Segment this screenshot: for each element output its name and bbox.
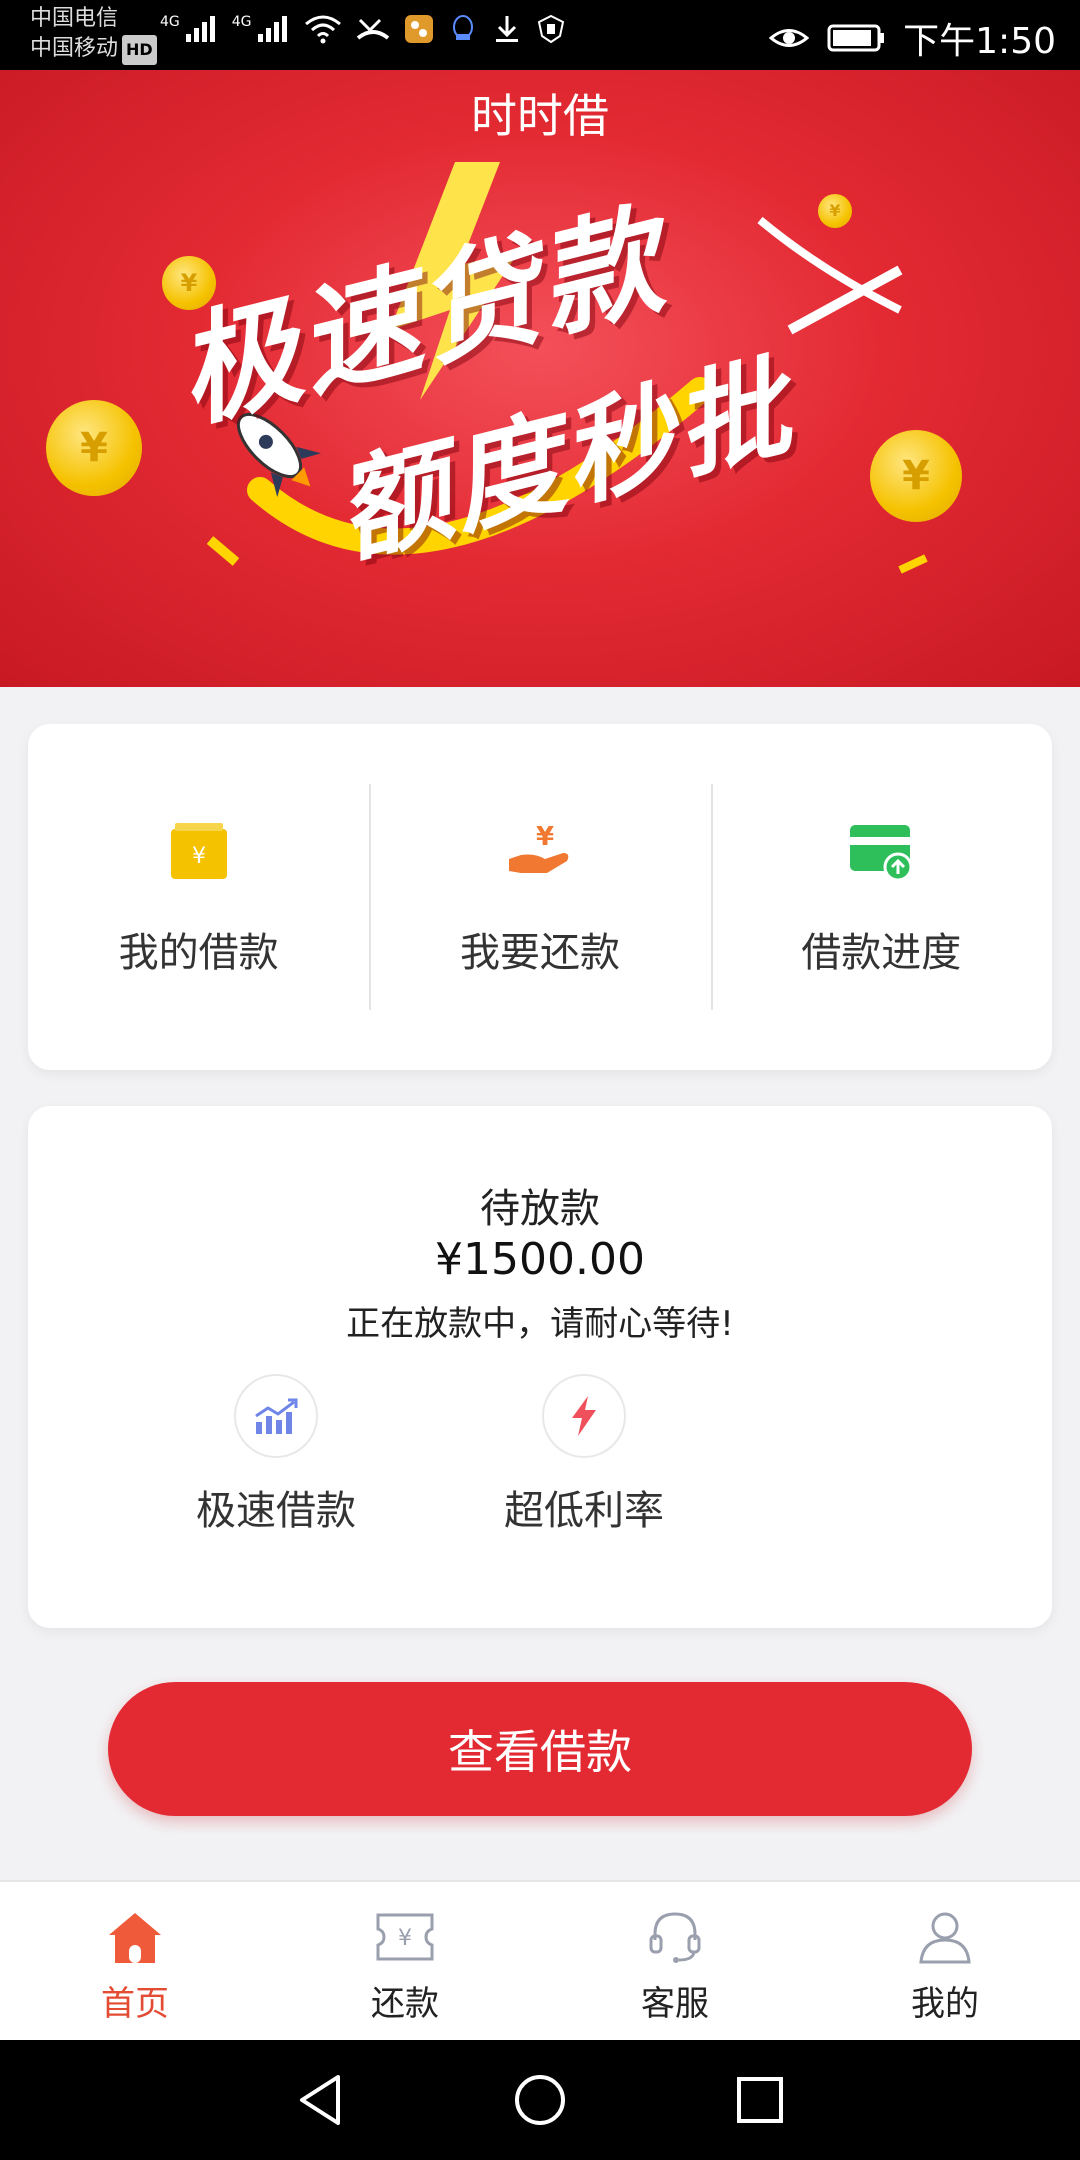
tab-service-label: 客服	[641, 1984, 709, 2024]
card-progress-icon	[846, 816, 916, 886]
repay-label: 我要还款	[459, 930, 620, 976]
tab-repay-label: 还款	[371, 1984, 439, 2024]
network-type-1: 4G	[160, 14, 180, 30]
recents-square-icon	[737, 2077, 783, 2123]
tab-mine[interactable]: 我的	[810, 1882, 1080, 2040]
network-type-2: 4G	[231, 14, 252, 30]
recents-button[interactable]	[725, 2065, 795, 2135]
svg-text:¥: ¥	[192, 844, 206, 869]
repay-hand-icon: ¥	[505, 816, 575, 886]
feature-fast-loan-label: 极速借款	[196, 1488, 356, 1534]
carrier-info: 中国电信 中国移动 HD	[30, 4, 157, 65]
status-icons: 4G 4G	[160, 14, 566, 44]
view-loan-button[interactable]: 查看借款	[108, 1682, 972, 1816]
promo-banner[interactable]: 时时借 ¥ ¥ ¥ ¥ 极速贷款 额度秒批	[0, 70, 1080, 687]
status-bar: 中国电信 中国移动 HD 4G 4G 下午1:50	[0, 0, 1080, 70]
loan-progress-button[interactable]: 借款进度	[710, 724, 1052, 1070]
bottom-tab-bar: 首页 ¥ 还款 客服 我的	[0, 1880, 1080, 2040]
battery-icon	[827, 24, 885, 52]
download-icon	[495, 16, 518, 42]
loan-progress-label: 借款进度	[801, 930, 962, 976]
feature-low-rate: 超低利率	[454, 1374, 714, 1536]
loan-status-note: 正在放款中，请耐心等待!	[346, 1304, 734, 1344]
tab-home-label: 首页	[101, 1984, 169, 2024]
back-button[interactable]	[285, 2065, 355, 2135]
tab-service[interactable]: 客服	[540, 1882, 810, 2040]
loan-status-card: 待放款 ¥1500.00 正在放款中，请耐心等待! 极速借款 超低利率	[28, 1106, 1052, 1628]
repay-button[interactable]: ¥ 我要还款	[369, 724, 710, 1070]
status-right: 下午1:50	[769, 12, 1056, 64]
headset-icon	[644, 1906, 706, 1968]
app-notification-icon	[404, 15, 433, 43]
system-nav-bar	[0, 2040, 1080, 2160]
home-button[interactable]	[505, 2065, 575, 2135]
qq-icon	[452, 15, 473, 40]
back-triangle-icon	[300, 2075, 340, 2125]
lightning-icon	[542, 1374, 626, 1458]
wallet-icon: ¥	[164, 816, 234, 886]
tab-home[interactable]: 首页	[0, 1882, 270, 2040]
shield-icon	[537, 14, 564, 44]
hd-badge: HD	[122, 35, 157, 65]
my-loans-button[interactable]: ¥ 我的借款	[28, 724, 369, 1070]
tab-mine-label: 我的	[911, 1984, 979, 2024]
carrier-2: 中国移动	[30, 36, 119, 61]
feature-low-rate-label: 超低利率	[504, 1488, 664, 1534]
eye-icon	[769, 29, 810, 47]
feature-fast-loan: 极速借款	[146, 1374, 406, 1536]
clock-time: 下午1:50	[903, 21, 1056, 62]
loan-status-title: 待放款	[480, 1186, 600, 1232]
missed-call-icon	[356, 18, 389, 40]
quick-actions-card: ¥ 我的借款 ¥ 我要还款 借款进度	[28, 724, 1052, 1070]
signal-icon	[257, 16, 287, 42]
svg-text:¥: ¥	[398, 1926, 412, 1951]
user-icon	[914, 1906, 976, 1968]
ticket-icon: ¥	[374, 1906, 436, 1968]
trend-chart-icon	[234, 1374, 318, 1458]
my-loans-label: 我的借款	[118, 930, 279, 976]
signal-icon	[185, 16, 215, 42]
wifi-icon	[304, 15, 341, 44]
loan-amount: ¥1500.00	[435, 1234, 645, 1285]
tab-repay[interactable]: ¥ 还款	[270, 1882, 540, 2040]
carrier-1: 中国电信	[30, 6, 119, 31]
home-circle-icon	[515, 2075, 565, 2125]
home-icon	[104, 1906, 166, 1968]
svg-text:¥: ¥	[536, 822, 554, 852]
